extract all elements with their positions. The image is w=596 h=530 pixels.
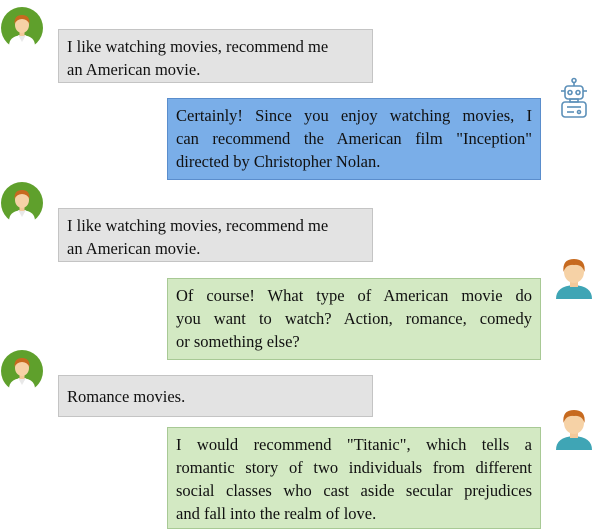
- agent-message-bubble: Of course! What type of American movie d…: [167, 278, 541, 360]
- message-line: directed by Christopher Nolan.: [176, 152, 381, 171]
- user-message-bubble: I like watching movies, recommend me an …: [58, 29, 373, 83]
- message-line: romantic story of two individuals from d…: [176, 458, 532, 477]
- message-line: I like watching movies, recommend me: [67, 216, 329, 235]
- user-avatar-icon: [0, 181, 44, 225]
- user-message-bubble: Romance movies.: [58, 375, 373, 417]
- message-line: can recommend the American film "Incepti…: [176, 129, 532, 148]
- user-avatar-icon: [0, 6, 44, 50]
- message-line: Of course! What type of American movie d…: [176, 286, 532, 305]
- agent-message-bubble: I would recommend "Titanic", which tells…: [167, 427, 541, 529]
- message-line: or something else?: [176, 332, 300, 351]
- message-line: I would recommend "Titanic", which tells…: [176, 435, 532, 454]
- message-line: you want to watch? Action, romance, come…: [176, 309, 532, 328]
- user-message-bubble: I like watching movies, recommend me an …: [58, 208, 373, 262]
- person-avatar-icon: [552, 406, 596, 450]
- message-line: an American movie.: [67, 60, 201, 79]
- message-line: an American movie.: [67, 239, 201, 258]
- message-line: social classes who cast aside secular pr…: [176, 481, 532, 500]
- message-line: and fall into the realm of love.: [176, 504, 377, 523]
- robot-message-bubble: Certainly! Since you enjoy watching movi…: [167, 98, 541, 180]
- robot-avatar-icon: [552, 77, 596, 121]
- message-line: Romance movies.: [67, 387, 186, 406]
- message-line: I like watching movies, recommend me: [67, 37, 329, 56]
- user-avatar-icon: [0, 349, 44, 393]
- person-avatar-icon: [552, 255, 596, 299]
- message-line: Certainly! Since you enjoy watching movi…: [176, 106, 532, 125]
